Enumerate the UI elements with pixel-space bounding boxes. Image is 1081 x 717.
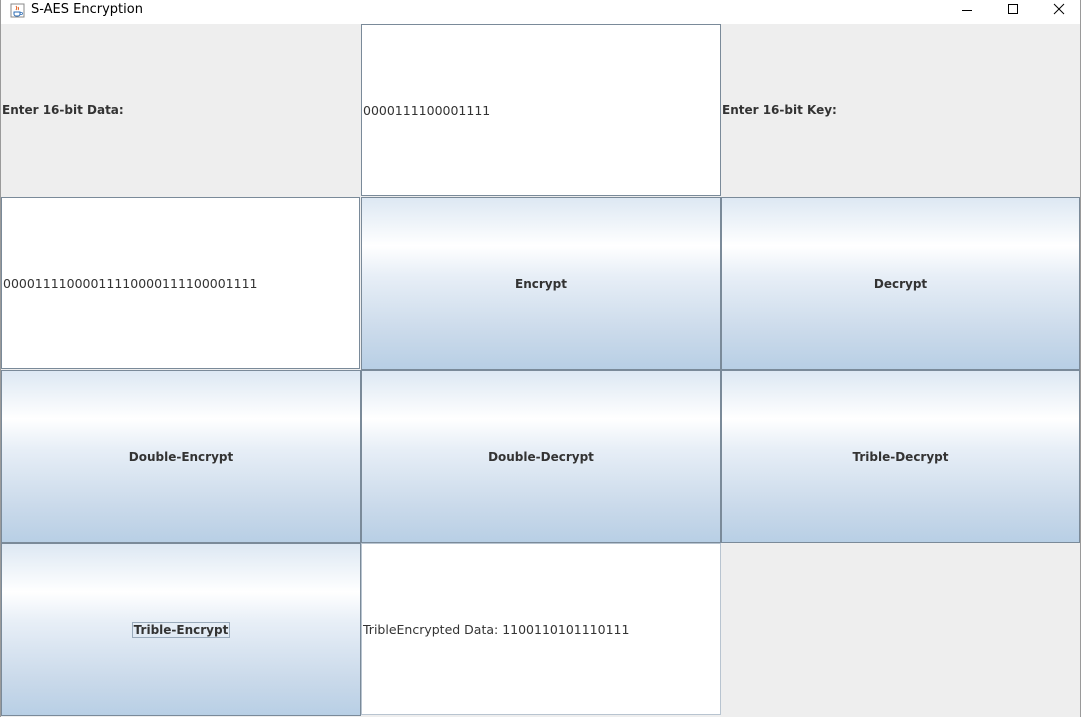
key-label: Enter 16-bit Key: bbox=[722, 103, 837, 117]
empty-cell bbox=[721, 543, 1080, 716]
title-bar: S-AES Encryption bbox=[1, 0, 1080, 24]
encrypt-button[interactable]: Encrypt bbox=[361, 197, 721, 370]
data-input[interactable]: 0000111100001111 bbox=[361, 24, 721, 196]
key-input[interactable]: 00001111000011110000111100001111 bbox=[1, 197, 360, 369]
close-button[interactable] bbox=[1036, 0, 1081, 24]
app-window: S-AES Encryption Enter 16-bit Data: 0000… bbox=[0, 0, 1081, 717]
data-label: Enter 16-bit Data: bbox=[2, 103, 124, 117]
decrypt-button[interactable]: Decrypt bbox=[721, 197, 1080, 370]
maximize-icon bbox=[1008, 4, 1018, 14]
trible-encrypt-label: Trible-Encrypt bbox=[131, 621, 231, 638]
trible-encrypt-button[interactable]: Trible-Encrypt bbox=[1, 543, 361, 716]
double-encrypt-button[interactable]: Double-Encrypt bbox=[1, 370, 361, 543]
window-title: S-AES Encryption bbox=[31, 2, 143, 17]
maximize-button[interactable] bbox=[990, 0, 1036, 24]
java-cup-icon bbox=[10, 3, 25, 18]
minimize-button[interactable] bbox=[944, 0, 990, 24]
double-decrypt-button[interactable]: Double-Decrypt bbox=[361, 370, 721, 543]
minimize-icon bbox=[962, 10, 972, 11]
result-output: TribleEncrypted Data: 1100110101110111 bbox=[361, 543, 721, 715]
main-grid: Enter 16-bit Data: 0000111100001111 Ente… bbox=[1, 24, 1080, 717]
close-icon bbox=[1053, 3, 1065, 15]
trible-decrypt-button[interactable]: Trible-Decrypt bbox=[721, 370, 1080, 543]
